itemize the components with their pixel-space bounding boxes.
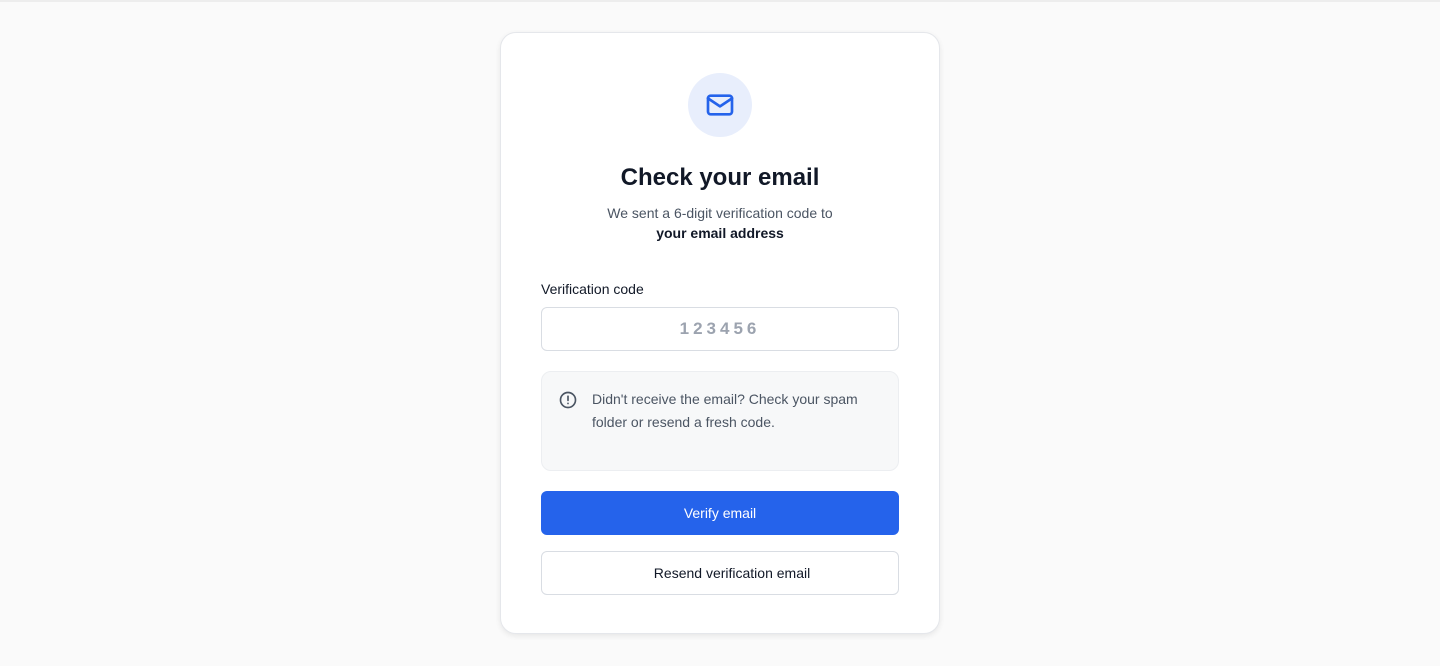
subtitle: We sent a 6-digit verification code to — [607, 205, 833, 221]
page-title: Check your email — [620, 164, 820, 191]
spam-notice: Didn't receive the email? Check your spa… — [541, 371, 899, 471]
mail-icon-badge — [688, 73, 752, 137]
verification-card: Check your email We sent a 6-digit verif… — [500, 32, 940, 634]
subtitle-email: your email address — [656, 225, 784, 241]
resend-email-button[interactable]: Resend verification email — [541, 551, 899, 595]
mail-icon — [706, 94, 734, 116]
verify-email-button[interactable]: Verify email — [541, 491, 899, 535]
code-label: Verification code — [541, 281, 644, 297]
top-border — [0, 0, 1440, 2]
notice-text: Didn't receive the email? Check your spa… — [592, 391, 858, 430]
alert-circle-icon — [559, 391, 577, 409]
verification-code-input[interactable] — [541, 307, 899, 351]
